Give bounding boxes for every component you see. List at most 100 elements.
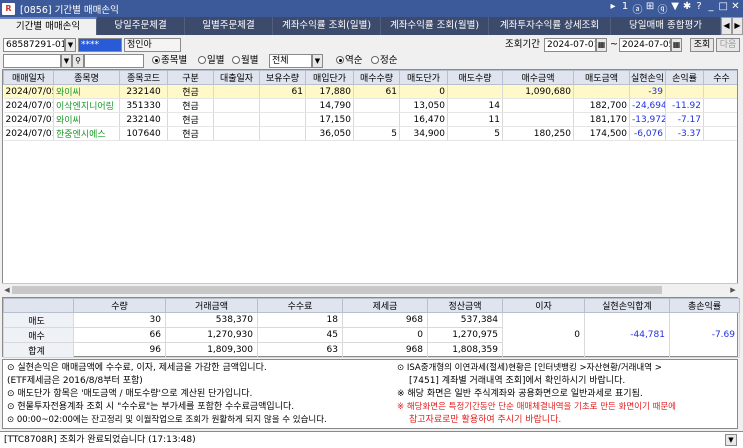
table-row[interactable]: 2024/07/01 와이씨 232140 현금 17,150 16,470 1…	[3, 112, 737, 127]
number-one-icon[interactable]: 1	[621, 1, 630, 16]
dropdown-icon[interactable]: ▼	[671, 1, 680, 16]
scroll-right-icon[interactable]: ▶	[728, 284, 738, 296]
cell-date: 2024/07/01	[3, 126, 54, 141]
cell-sell-amount	[573, 84, 630, 99]
col-header[interactable]: 매도금액	[573, 70, 630, 85]
cell-sell-price: 0	[399, 84, 448, 99]
next-button[interactable]: 다음	[716, 38, 740, 52]
col-header[interactable]: 실현손익	[629, 70, 666, 85]
cell-hold-qty	[259, 112, 306, 127]
summary-qty: 96	[73, 342, 166, 358]
cell-fee	[703, 84, 737, 99]
tab-return-detail[interactable]: 계좌투자수익률 상세조회	[489, 17, 611, 35]
cell-pnl-rate: -7.17	[665, 112, 704, 127]
table-row[interactable]: 2024/07/01 이삭엔지니어링 351330 현금 14,790 13,0…	[3, 98, 737, 113]
summary-row-sell: 매도 30 538,370 18 968 537,384 0 -44,781 -…	[3, 312, 740, 358]
radio-desc-indicator[interactable]	[336, 56, 344, 64]
date-to-input[interactable]: 2024-07-05	[619, 38, 671, 52]
tab-daily-orders[interactable]: 일별주문체결	[185, 17, 273, 35]
radio-desc[interactable]: 역순	[336, 54, 362, 68]
tab-left-arrow-icon[interactable]: ◀	[721, 17, 732, 35]
tab-period-pnl[interactable]: 기간별 매매손익	[0, 17, 97, 35]
col-header[interactable]: 종목명	[53, 70, 120, 85]
cell-buy-price: 14,790	[305, 98, 354, 113]
table-row[interactable]: 2024/07/05 와이씨 232140 현금 61 17,880 61 0 …	[3, 84, 737, 99]
maximize-icon[interactable]: □	[719, 1, 728, 16]
radio-monthly[interactable]: 월별	[232, 54, 258, 68]
summary-label: 매도	[3, 312, 74, 328]
window-title: [0856] 기간별 매매손익	[20, 4, 119, 16]
tab-right-arrow-icon[interactable]: ▶	[732, 17, 743, 35]
radio-by-stock-indicator[interactable]	[152, 56, 160, 64]
col-header[interactable]: 매도단가	[399, 70, 448, 85]
col-header[interactable]: 매도수량	[447, 70, 503, 85]
radio-by-stock[interactable]: 종목별	[152, 54, 187, 68]
status-bar: [TTC8708R] 조회가 완료되었습니다 (17:13:48) ▼	[0, 431, 743, 448]
summary-settle: 1,270,975	[427, 327, 503, 343]
cell-sell-price: 13,050	[399, 98, 448, 113]
close-icon[interactable]: ✕	[731, 1, 740, 16]
tab-daily-return[interactable]: 계좌수익률 조회(일별)	[273, 17, 381, 35]
cell-sell-amount: 182,700	[573, 98, 630, 113]
cell-type: 현금	[167, 98, 214, 113]
col-header[interactable]: 손익률	[665, 70, 704, 85]
col-header[interactable]: 매입단가	[305, 70, 354, 85]
trade-grid: 매매일자 종목명 종목코드 구분 대출일자 보유수량 매입단가 매수수량 매도단…	[2, 69, 738, 296]
horizontal-scrollbar[interactable]: ◀ ▶	[2, 283, 738, 296]
note-text: ※ 해당 화면은 일반 주식계좌와 공용화면으로 일반과세로 표기됨.	[397, 389, 643, 399]
cell-pnl: -6,076	[629, 126, 666, 141]
notes-panel: ⊙ 실현손익은 매매금액에 수수료, 이자, 제세금을 가감한 금액입니다. (…	[2, 359, 738, 429]
minimize-icon[interactable]: _	[707, 1, 716, 16]
calendar-to-icon[interactable]: ▦	[671, 38, 682, 52]
summary-amount: 1,809,300	[165, 342, 258, 358]
grid-icon[interactable]: ⊞	[646, 1, 655, 16]
col-header[interactable]: 대출일자	[213, 70, 260, 85]
tab-scroll: ◀ ▶	[721, 17, 743, 35]
summary-fee: 18	[257, 312, 343, 328]
radio-asc-indicator[interactable]	[371, 56, 379, 64]
date-from-input[interactable]: 2024-07-01	[544, 38, 596, 52]
radio-daily[interactable]: 일별	[198, 54, 224, 68]
stock-dropdown-icon[interactable]: ▼	[61, 54, 72, 68]
col-header[interactable]: 매수수량	[353, 70, 400, 85]
cell-stock-name: 한중엔시에스	[53, 126, 120, 141]
summary-header: 실현손익합계	[584, 298, 670, 313]
account-number-input[interactable]: 68587291-01	[3, 38, 65, 52]
tab-monthly-return[interactable]: 계좌수익률 조회(월별)	[381, 17, 489, 35]
settings-icon[interactable]: ✱	[683, 1, 692, 16]
cell-pnl-rate	[665, 84, 704, 99]
col-header[interactable]: 수수	[703, 70, 737, 85]
scroll-thumb[interactable]	[12, 286, 662, 294]
radio-monthly-indicator[interactable]	[232, 56, 240, 64]
scope-dropdown-icon[interactable]: ▼	[312, 54, 323, 68]
password-input[interactable]: ****	[78, 38, 122, 52]
summary-header: 제세금	[342, 298, 428, 313]
col-header[interactable]: 보유수량	[259, 70, 306, 85]
link-icon[interactable]: ▸	[609, 1, 618, 16]
note-text: (ETF제세금은 2016/8/8부터 포함)	[7, 376, 143, 386]
scroll-left-icon[interactable]: ◀	[2, 284, 12, 296]
col-header[interactable]: 매수금액	[502, 70, 574, 85]
col-header[interactable]: 매매일자	[3, 70, 54, 85]
radio-daily-indicator[interactable]	[198, 56, 206, 64]
info-icon[interactable]: ⓐ	[633, 1, 643, 16]
tab-today-eval[interactable]: 당일매매 종합평가	[611, 17, 721, 35]
table-row[interactable]: 2024/07/01 한중엔시에스 107640 현금 36,050 5 34,…	[3, 126, 737, 141]
scope-select[interactable]: 전체	[269, 54, 312, 68]
stock-code-input[interactable]	[3, 54, 61, 68]
cell-hold-qty	[259, 98, 306, 113]
tab-today-orders[interactable]: 당일주문체결	[97, 17, 185, 35]
help-icon[interactable]: ?	[695, 1, 704, 16]
status-message: [TTC8708R] 조회가 완료되었습니다 (17:13:48)	[4, 435, 196, 445]
stock-search-icon[interactable]: ⚲	[72, 54, 84, 68]
col-header[interactable]: 구분	[167, 70, 214, 85]
summary-tax: 0	[342, 327, 428, 343]
search-button[interactable]: 조회	[690, 38, 714, 52]
calendar-from-icon[interactable]: ▦	[596, 38, 607, 52]
radio-asc[interactable]: 정순	[371, 54, 397, 68]
zoom-icon[interactable]: ⓠ	[658, 1, 668, 16]
status-dropdown-icon[interactable]: ▼	[725, 434, 737, 446]
col-header[interactable]: 종목코드	[119, 70, 168, 85]
cell-buy-qty: 61	[353, 84, 400, 99]
account-dropdown-icon[interactable]: ▼	[65, 38, 76, 52]
